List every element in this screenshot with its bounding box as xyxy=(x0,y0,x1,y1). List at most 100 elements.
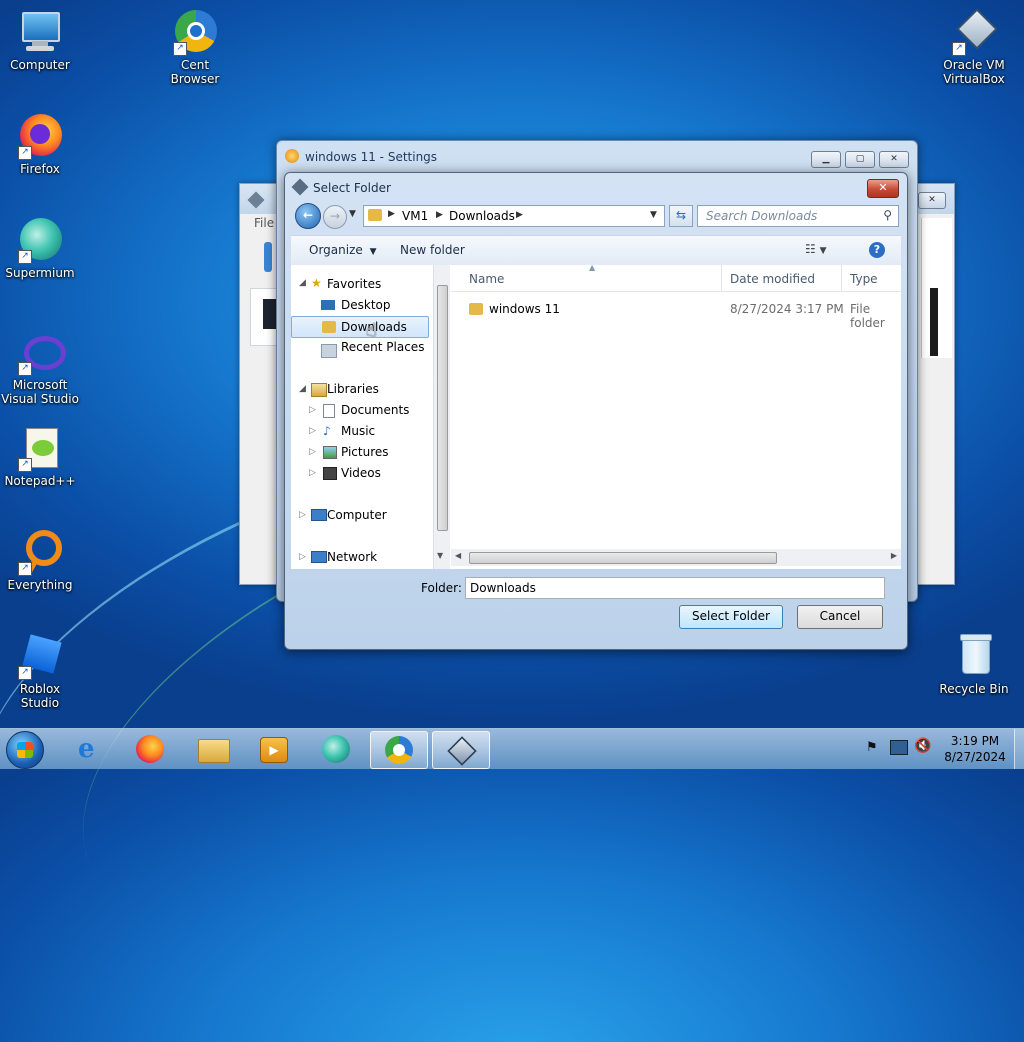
internet-explorer-icon: e xyxy=(78,734,95,764)
command-toolbar: Organize ▼ New folder ☷ ▼ ? xyxy=(291,235,901,267)
column-date-modified[interactable]: Date modified xyxy=(730,272,815,286)
nav-pictures[interactable]: Pictures xyxy=(341,442,389,462)
back-arrow-icon[interactable]: ← xyxy=(295,203,321,229)
desktop-icon-label: Cent Browser xyxy=(170,58,220,86)
navigation-scrollbar[interactable]: ▼ xyxy=(433,265,450,569)
desktop-icon-notepad-plus-plus[interactable]: ↗ Notepad++ xyxy=(0,424,80,488)
taskbar-virtualbox[interactable] xyxy=(432,731,490,769)
hand-cursor-icon: ☝ xyxy=(366,320,377,341)
taskbar-internet-explorer[interactable]: e xyxy=(62,731,118,767)
column-separator xyxy=(841,265,842,291)
expand-icon[interactable]: ▷ xyxy=(299,505,306,525)
firefox-icon: ↗ xyxy=(16,112,64,160)
select-folder-button[interactable]: Select Folder xyxy=(679,605,783,629)
system-clock[interactable]: 3:19 PM 8/27/2024 xyxy=(940,733,1010,765)
folder-label: Folder: xyxy=(421,581,462,595)
expand-icon[interactable]: ▷ xyxy=(309,421,316,441)
collapse-icon[interactable]: ◢ xyxy=(299,273,306,293)
address-bar[interactable]: ▶ VM1 ▶ Downloads ▶ ▼ xyxy=(363,205,665,227)
menu-file[interactable]: File xyxy=(254,216,274,230)
refresh-icon[interactable]: ⇆ xyxy=(669,205,693,227)
nav-downloads-selected[interactable]: Downloads xyxy=(291,316,429,338)
maximize-button[interactable]: ▢ xyxy=(845,151,875,168)
virtualbox-icon xyxy=(291,178,309,196)
taskbar-media-player[interactable]: ▶ xyxy=(246,731,302,767)
pictures-icon xyxy=(323,446,337,459)
organize-button[interactable]: Organize ▼ xyxy=(309,243,377,257)
folder-icon xyxy=(469,303,483,315)
desktop-icon-roblox-studio[interactable]: ↗ Roblox Studio xyxy=(0,632,80,710)
horizontal-scrollbar[interactable]: ◀ ▶ xyxy=(451,549,901,566)
start-button[interactable] xyxy=(6,731,44,769)
taskbar-firefox[interactable] xyxy=(122,731,178,767)
column-type[interactable]: Type xyxy=(850,272,878,286)
network-status-icon[interactable] xyxy=(890,740,908,755)
column-name[interactable]: Name xyxy=(469,272,504,286)
volume-muted-icon[interactable]: 🔇 xyxy=(914,738,931,754)
libraries-icon xyxy=(311,383,327,397)
close-button[interactable]: ✕ xyxy=(918,192,946,209)
expand-icon[interactable]: ▷ xyxy=(309,463,316,483)
scrollbar-thumb[interactable] xyxy=(469,552,777,564)
downloads-folder-icon xyxy=(322,321,336,333)
select-folder-dialog[interactable]: Select Folder ✕ ← → ▼ ▶ VM1 ▶ Downloads … xyxy=(284,172,908,650)
media-player-icon: ▶ xyxy=(260,737,288,763)
everything-icon: ↗ xyxy=(16,528,64,576)
taskbar-cent-browser[interactable] xyxy=(370,731,428,769)
desktop-icon-visual-studio[interactable]: ↗ Microsoft Visual Studio xyxy=(0,328,80,406)
virtualbox-icon: ↗ xyxy=(950,8,998,56)
folder-input[interactable]: Downloads xyxy=(465,577,885,599)
desktop-icon-cent-browser[interactable]: ↗ Cent Browser xyxy=(155,8,235,86)
expand-icon[interactable]: ▷ xyxy=(309,442,316,462)
browser-panel: ◢ ★ Favorites Desktop Downloads Recent P… xyxy=(291,263,901,569)
desktop-icon-virtualbox[interactable]: ↗ Oracle VM VirtualBox xyxy=(934,8,1014,86)
close-button[interactable]: ✕ xyxy=(867,179,899,198)
nav-network[interactable]: Network xyxy=(327,547,377,567)
cancel-button[interactable]: Cancel xyxy=(797,605,883,629)
nav-libraries[interactable]: Libraries xyxy=(327,379,379,399)
desktop-icon-firefox[interactable]: ↗ Firefox xyxy=(0,112,80,176)
search-icon[interactable]: ⚲ xyxy=(883,208,892,222)
nav-computer[interactable]: Computer xyxy=(327,505,387,525)
help-icon[interactable]: ? xyxy=(869,242,885,258)
taskbar-file-explorer[interactable] xyxy=(186,731,242,767)
chevron-down-icon[interactable]: ▼ xyxy=(650,210,657,220)
expand-icon[interactable]: ▷ xyxy=(299,547,306,567)
visual-studio-icon: ↗ xyxy=(16,328,66,376)
nav-desktop[interactable]: Desktop xyxy=(341,295,391,315)
file-row[interactable]: windows 11 8/27/2024 3:17 PM File folder xyxy=(451,299,901,330)
desktop-icon xyxy=(321,300,335,310)
minimize-button[interactable]: ▁ xyxy=(811,151,841,168)
scroll-right-icon[interactable]: ▶ xyxy=(891,551,897,560)
view-options-icon[interactable]: ☷ ▼ xyxy=(805,242,827,256)
nav-recent-places[interactable]: Recent Places xyxy=(341,337,424,357)
forward-arrow-icon[interactable]: → xyxy=(323,205,347,229)
search-input[interactable]: Search Downloads ⚲ xyxy=(697,205,899,227)
collapse-icon[interactable]: ◢ xyxy=(299,379,306,399)
desktop-icon-everything[interactable]: ↗ Everything xyxy=(0,528,80,592)
nav-documents[interactable]: Documents xyxy=(341,400,409,420)
desktop-icon-recycle-bin[interactable]: Recycle Bin xyxy=(934,632,1014,696)
show-desktop-button[interactable] xyxy=(1014,729,1024,769)
window-title: windows 11 - Settings xyxy=(305,150,438,164)
clock-date: 8/27/2024 xyxy=(944,750,1006,764)
expand-icon[interactable]: ▷ xyxy=(309,400,316,420)
desktop-icon-supermium[interactable]: ↗ Supermium xyxy=(0,216,80,280)
taskbar-supermium[interactable] xyxy=(308,731,364,767)
nav-videos[interactable]: Videos xyxy=(341,463,381,483)
breadcrumb-downloads[interactable]: Downloads xyxy=(449,209,515,223)
scroll-left-icon[interactable]: ◀ xyxy=(455,551,461,560)
new-folder-button[interactable]: New folder xyxy=(400,243,465,257)
action-center-flag-icon[interactable]: ⚑ xyxy=(866,740,878,755)
supermium-icon xyxy=(322,735,350,763)
nav-music[interactable]: Music xyxy=(341,421,375,441)
nav-favorites[interactable]: Favorites xyxy=(327,274,381,294)
close-button[interactable]: ✕ xyxy=(879,151,909,168)
desktop-icon-computer[interactable]: Computer xyxy=(0,8,80,72)
recent-pages-dropdown-icon[interactable]: ▼ xyxy=(349,209,356,219)
scroll-down-icon[interactable]: ▼ xyxy=(437,551,443,560)
breadcrumb-vm1[interactable]: VM1 xyxy=(402,209,428,223)
scrollbar-thumb[interactable] xyxy=(437,285,448,531)
virtualbox-icon xyxy=(447,736,477,766)
desktop-icon-label: Roblox Studio xyxy=(19,682,61,710)
